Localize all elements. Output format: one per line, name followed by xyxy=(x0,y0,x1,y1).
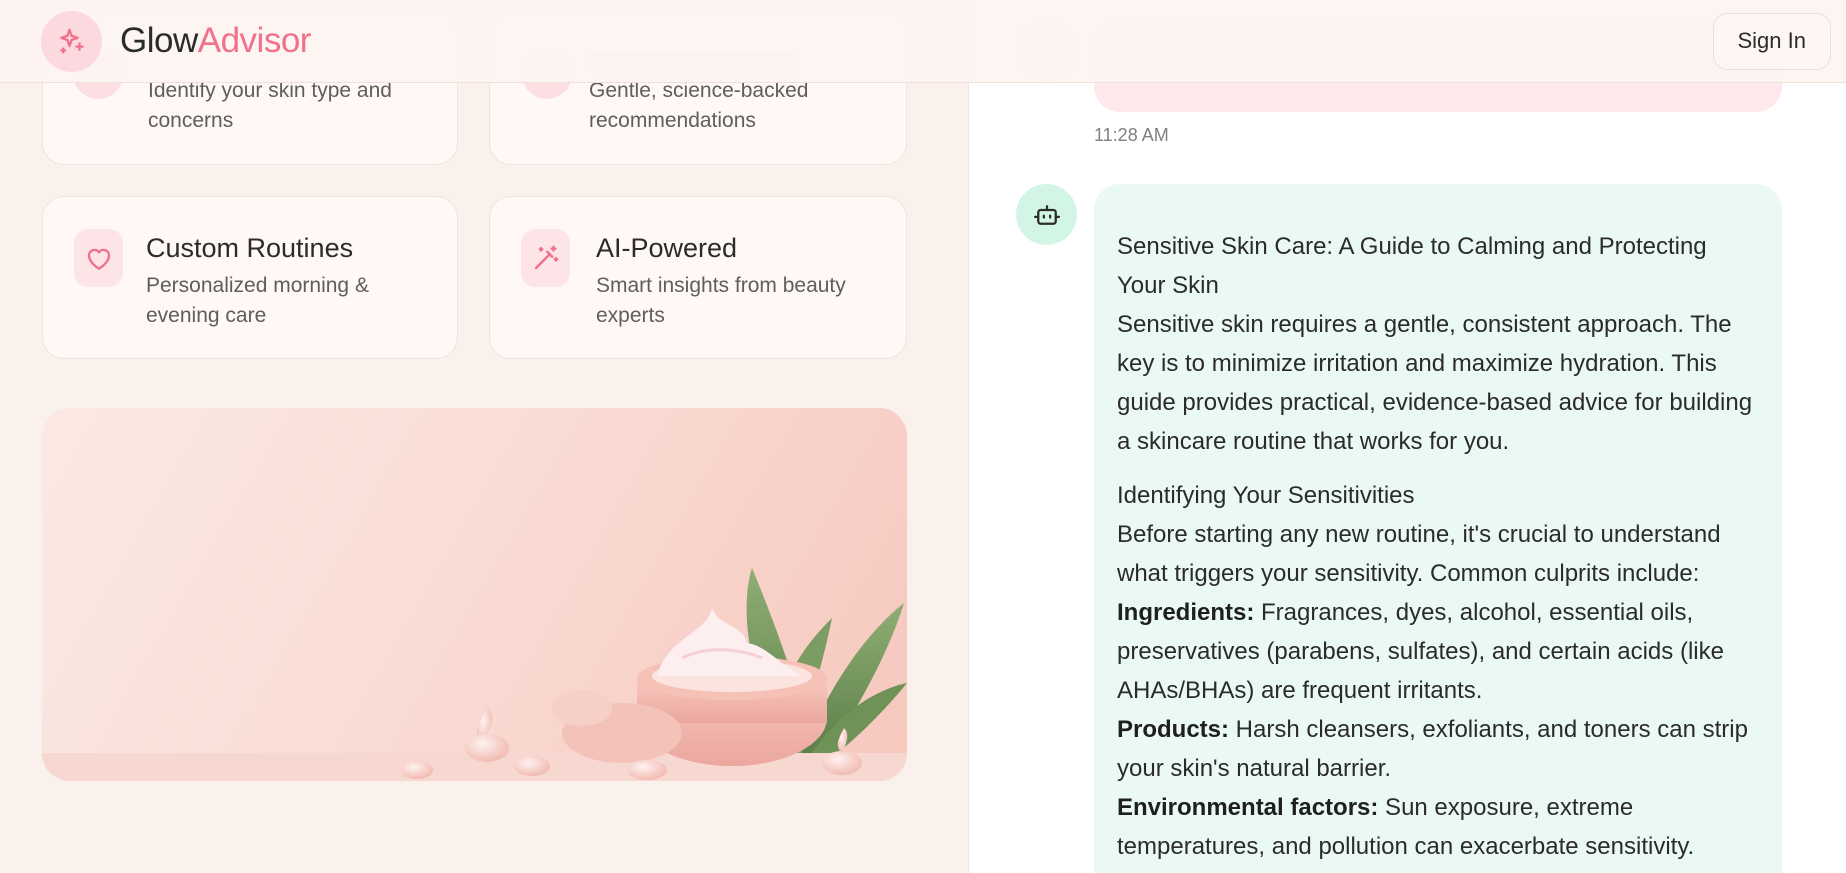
feature-title: AI-Powered xyxy=(596,233,738,263)
feature-desc: Gentle, science-backed recommendations xyxy=(589,79,809,132)
list-item: Ingredients: Fragrances, dyes, alcohol, … xyxy=(1117,593,1758,710)
list-item: Products: Harsh cleansers, exfoliants, a… xyxy=(1117,710,1758,788)
heart-icon xyxy=(74,229,123,287)
feature-card-ai-powered[interactable]: AI-Powered Smart insights from beauty ex… xyxy=(489,196,907,359)
list-item-label: Environmental factors: xyxy=(1117,794,1379,821)
feature-desc: Personalized morning & evening care xyxy=(146,274,369,327)
sign-in-button[interactable]: Sign In xyxy=(1712,12,1831,70)
bot-section-intro: Before starting any new routine, it's cr… xyxy=(1117,521,1721,587)
brand-name-advisor: Advisor xyxy=(197,21,312,60)
brand[interactable]: GlowAdvisor xyxy=(41,10,311,72)
brand-name: GlowAdvisor xyxy=(120,21,311,61)
message-timestamp: 11:28 AM xyxy=(1094,125,1169,145)
hero-image xyxy=(42,408,907,781)
brand-name-glow: Glow xyxy=(120,21,198,60)
feature-desc: Identify your skin type and concerns xyxy=(148,79,392,132)
feature-card-custom-routines[interactable]: Custom Routines Personalized morning & e… xyxy=(42,196,458,359)
bot-message-intro: Sensitive skin requires a gentle, consis… xyxy=(1117,311,1753,455)
list-item-label: Products: xyxy=(1117,716,1230,743)
bot-message-title: Sensitive Skin Care: A Guide to Calming … xyxy=(1117,233,1707,299)
list-item-label: Ingredients: xyxy=(1117,599,1255,626)
feature-desc: Smart insights from beauty experts xyxy=(596,274,846,327)
bot-avatar xyxy=(1016,184,1077,245)
bot-message-bubble: Sensitive Skin Care: A Guide to Calming … xyxy=(1094,184,1782,873)
bot-section-title: Identifying Your Sensitivities xyxy=(1117,482,1415,509)
top-header: GlowAdvisor Sign In xyxy=(0,0,1846,83)
list-item: Environmental factors: Sun exposure, ext… xyxy=(1117,788,1758,866)
feature-title: Custom Routines xyxy=(146,233,354,263)
robot-icon xyxy=(1033,204,1060,225)
magic-wand-icon xyxy=(521,229,570,287)
sparkle-logo-icon xyxy=(41,10,102,72)
